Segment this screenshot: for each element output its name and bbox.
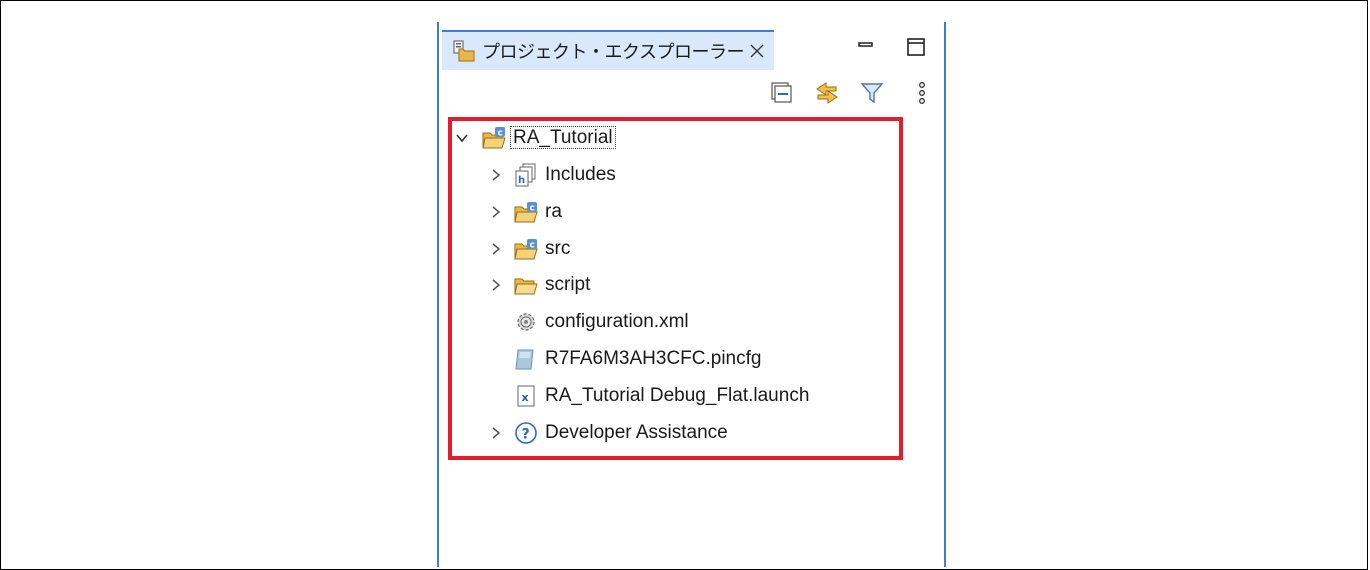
- svg-text:h: h: [518, 175, 525, 186]
- svg-text:c: c: [498, 129, 503, 139]
- includes-icon: h: [515, 163, 536, 187]
- source-folder-icon: c: [514, 202, 538, 223]
- chevron-right-icon[interactable]: [489, 168, 503, 182]
- folder-icon: [514, 278, 538, 295]
- chevron-down-icon[interactable]: [455, 131, 469, 145]
- chevron-right-icon[interactable]: [489, 426, 503, 440]
- launch-file-icon: x: [517, 385, 535, 407]
- source-folder-icon: c: [514, 239, 538, 260]
- tree-item-configuration-xml[interactable]: configuration.xml: [439, 305, 944, 339]
- tree-label: configuration.xml: [545, 311, 689, 332]
- tree-item-script[interactable]: script: [439, 268, 944, 302]
- tree-label: R7FA6M3AH3CFC.pincfg: [545, 348, 762, 369]
- svg-text:?: ?: [522, 427, 530, 443]
- tree-label: ra: [545, 201, 562, 222]
- tree-label: Developer Assistance: [545, 422, 728, 443]
- view-toolbar: [439, 72, 944, 112]
- tree-item-ra[interactable]: c ra: [439, 195, 944, 229]
- collapse-all-icon[interactable]: [769, 80, 795, 106]
- tab-title: プロジェクト・エクスプローラー: [482, 42, 744, 63]
- tree-item-developer-assistance[interactable]: ? Developer Assistance: [439, 416, 944, 450]
- c-project-folder-icon: c: [482, 127, 506, 149]
- svg-text:c: c: [530, 204, 535, 214]
- tab-project-explorer[interactable]: プロジェクト・エクスプローラー: [442, 30, 774, 70]
- minimize-icon[interactable]: [855, 36, 877, 58]
- tree-item-launch-file[interactable]: x RA_Tutorial Debug_Flat.launch: [439, 379, 944, 413]
- close-icon[interactable]: [748, 42, 766, 60]
- tree-item-src[interactable]: c src: [439, 232, 944, 266]
- chevron-right-icon[interactable]: [489, 242, 503, 256]
- tree-label: RA_Tutorial Debug_Flat.launch: [545, 385, 810, 406]
- project-explorer-icon: [453, 40, 475, 62]
- tree-label: src: [545, 238, 571, 259]
- pincfg-file-icon: [515, 349, 534, 370]
- tree-root-ra-tutorial[interactable]: c RA_Tutorial: [439, 121, 944, 155]
- tree-label: script: [545, 274, 591, 295]
- root-label-text: RA_Tutorial: [510, 126, 616, 149]
- filter-icon[interactable]: [859, 80, 885, 106]
- chevron-right-icon[interactable]: [489, 278, 503, 292]
- chevron-right-icon[interactable]: [489, 205, 503, 219]
- gear-file-icon: [517, 313, 535, 331]
- tree-item-includes[interactable]: h Includes: [439, 158, 944, 192]
- project-explorer-view: プロジェクト・エクスプローラー c RA_Tutorial h Includes…: [437, 22, 946, 567]
- svg-text:c: c: [530, 241, 535, 251]
- tree-item-pincfg[interactable]: R7FA6M3AH3CFC.pincfg: [439, 342, 944, 376]
- tree-label: Includes: [545, 164, 616, 185]
- view-tab-bar: プロジェクト・エクスプローラー: [439, 22, 944, 72]
- maximize-icon[interactable]: [905, 36, 927, 58]
- view-menu-icon[interactable]: [909, 80, 935, 106]
- help-icon: ?: [515, 422, 537, 444]
- svg-text:x: x: [522, 391, 529, 404]
- tree-label: RA_Tutorial: [510, 125, 616, 151]
- link-with-editor-icon[interactable]: [814, 80, 840, 106]
